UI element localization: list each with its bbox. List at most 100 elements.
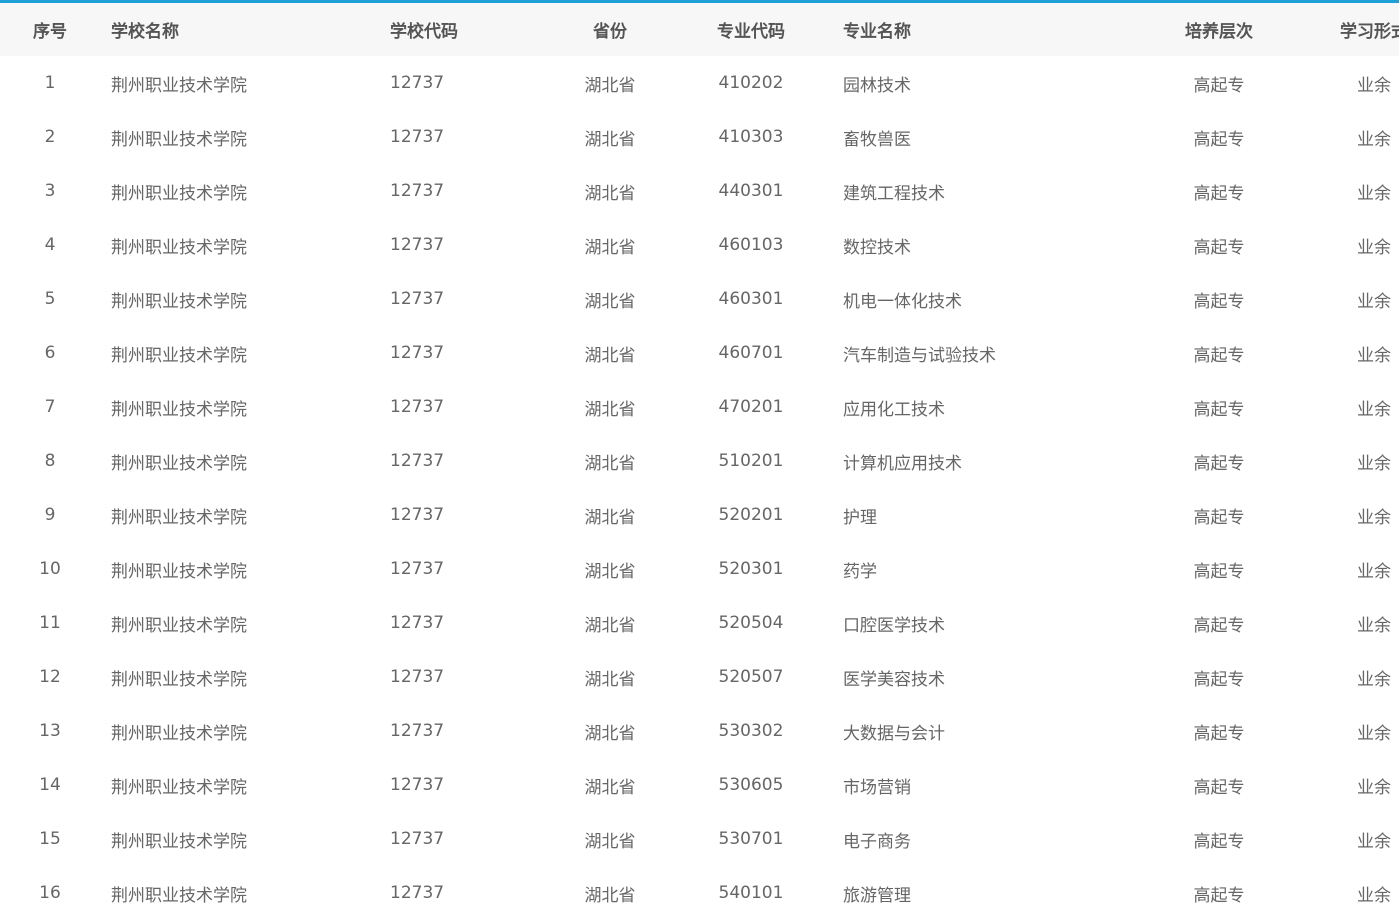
cell-school-name: 荆州职业技术学院 — [111, 345, 247, 366]
cell-study-form: 业余 — [1357, 75, 1391, 96]
cell-study-form: 业余 — [1357, 129, 1391, 150]
cell-school-code: 12737 — [390, 73, 445, 93]
cell-school-name: 荆州职业技术学院 — [111, 507, 247, 528]
cell-school-code: 12737 — [390, 397, 445, 417]
cell-major-code: 410202 — [718, 73, 784, 93]
cell-major-code: 460701 — [718, 343, 784, 363]
cell-index: 14 — [39, 775, 61, 795]
cell-school-code: 12737 — [390, 505, 445, 525]
cell-level: 高起专 — [1193, 399, 1245, 420]
cell-study-form: 业余 — [1357, 183, 1391, 204]
cell-study-form: 业余 — [1357, 831, 1391, 852]
cell-level: 高起专 — [1193, 723, 1245, 744]
header-index: 序号 — [33, 22, 67, 42]
cell-province: 湖北省 — [584, 561, 636, 582]
header-province: 省份 — [593, 22, 627, 42]
cell-study-form: 业余 — [1357, 237, 1391, 258]
cell-level: 高起专 — [1193, 237, 1245, 258]
table-header-row: 序号 学校名称 学校代码 省份 专业代码 专业名称 培养层次 学习形式 — [0, 3, 1399, 56]
cell-major-name: 电子商务 — [843, 831, 911, 852]
cell-school-name: 荆州职业技术学院 — [111, 453, 247, 474]
cell-school-code: 12737 — [390, 883, 445, 903]
table-row: 10 荆州职业技术学院 12737 湖北省 520301 药学 高起专 业余 — [0, 542, 1399, 596]
cell-study-form: 业余 — [1357, 669, 1391, 690]
cell-province: 湖北省 — [584, 831, 636, 852]
cell-major-code: 520507 — [718, 667, 784, 687]
cell-level: 高起专 — [1193, 75, 1245, 96]
cell-province: 湖北省 — [584, 291, 636, 312]
header-school-code: 学校代码 — [390, 22, 458, 42]
cell-major-code: 510201 — [718, 451, 784, 471]
table-row: 8 荆州职业技术学院 12737 湖北省 510201 计算机应用技术 高起专 … — [0, 434, 1399, 488]
cell-province: 湖北省 — [584, 615, 636, 636]
cell-major-code: 530605 — [718, 775, 784, 795]
cell-province: 湖北省 — [584, 669, 636, 690]
header-major-name: 专业名称 — [843, 22, 911, 42]
cell-major-name: 畜牧兽医 — [843, 129, 911, 150]
cell-school-code: 12737 — [390, 829, 445, 849]
cell-study-form: 业余 — [1357, 291, 1391, 312]
cell-study-form: 业余 — [1357, 615, 1391, 636]
table-row: 4 荆州职业技术学院 12737 湖北省 460103 数控技术 高起专 业余 — [0, 218, 1399, 272]
cell-index: 4 — [44, 235, 56, 255]
table-row: 12 荆州职业技术学院 12737 湖北省 520507 医学美容技术 高起专 … — [0, 650, 1399, 704]
table-body: 1 荆州职业技术学院 12737 湖北省 410202 园林技术 高起专 业余 … — [0, 56, 1399, 912]
cell-school-code: 12737 — [390, 289, 445, 309]
cell-index: 2 — [44, 127, 56, 147]
cell-major-name: 计算机应用技术 — [843, 453, 962, 474]
cell-school-name: 荆州职业技术学院 — [111, 183, 247, 204]
table-row: 5 荆州职业技术学院 12737 湖北省 460301 机电一体化技术 高起专 … — [0, 272, 1399, 326]
cell-province: 湖北省 — [584, 129, 636, 150]
cell-province: 湖北省 — [584, 75, 636, 96]
cell-major-code: 410303 — [718, 127, 784, 147]
cell-major-name: 医学美容技术 — [843, 669, 945, 690]
cell-index: 3 — [44, 181, 56, 201]
cell-school-name: 荆州职业技术学院 — [111, 291, 247, 312]
cell-major-name: 机电一体化技术 — [843, 291, 962, 312]
cell-school-name: 荆州职业技术学院 — [111, 129, 247, 150]
cell-index: 15 — [39, 829, 61, 849]
cell-level: 高起专 — [1193, 291, 1245, 312]
cell-school-code: 12737 — [390, 235, 445, 255]
cell-study-form: 业余 — [1357, 399, 1391, 420]
cell-level: 高起专 — [1193, 507, 1245, 528]
cell-major-code: 520201 — [718, 505, 784, 525]
cell-level: 高起专 — [1193, 831, 1245, 852]
cell-index: 6 — [44, 343, 56, 363]
cell-index: 12 — [39, 667, 61, 687]
cell-study-form: 业余 — [1357, 345, 1391, 366]
cell-major-name: 护理 — [843, 507, 877, 528]
cell-major-code: 530302 — [718, 721, 784, 741]
cell-school-code: 12737 — [390, 127, 445, 147]
cell-major-name: 数控技术 — [843, 237, 911, 258]
cell-school-name: 荆州职业技术学院 — [111, 669, 247, 690]
cell-school-code: 12737 — [390, 721, 445, 741]
table-row: 1 荆州职业技术学院 12737 湖北省 410202 园林技术 高起专 业余 — [0, 56, 1399, 110]
cell-major-code: 520301 — [718, 559, 784, 579]
cell-index: 11 — [39, 613, 61, 633]
cell-level: 高起专 — [1193, 345, 1245, 366]
cell-level: 高起专 — [1193, 453, 1245, 474]
cell-major-name: 园林技术 — [843, 75, 911, 96]
cell-study-form: 业余 — [1357, 453, 1391, 474]
cell-school-code: 12737 — [390, 613, 445, 633]
cell-province: 湖北省 — [584, 885, 636, 906]
header-level: 培养层次 — [1185, 22, 1253, 42]
major-table-container: 序号 学校名称 学校代码 省份 专业代码 专业名称 培养层次 学习形式 1 荆州… — [0, 3, 1399, 912]
cell-level: 高起专 — [1193, 183, 1245, 204]
table-row: 6 荆州职业技术学院 12737 湖北省 460701 汽车制造与试验技术 高起… — [0, 326, 1399, 380]
cell-major-code: 540101 — [718, 883, 784, 903]
table-row: 7 荆州职业技术学院 12737 湖北省 470201 应用化工技术 高起专 业… — [0, 380, 1399, 434]
cell-study-form: 业余 — [1357, 507, 1391, 528]
table-row: 9 荆州职业技术学院 12737 湖北省 520201 护理 高起专 业余 — [0, 488, 1399, 542]
cell-major-code: 440301 — [718, 181, 784, 201]
cell-province: 湖北省 — [584, 399, 636, 420]
cell-province: 湖北省 — [584, 723, 636, 744]
cell-level: 高起专 — [1193, 129, 1245, 150]
table-row: 15 荆州职业技术学院 12737 湖北省 530701 电子商务 高起专 业余 — [0, 812, 1399, 866]
cell-school-code: 12737 — [390, 667, 445, 687]
cell-school-code: 12737 — [390, 559, 445, 579]
cell-school-code: 12737 — [390, 775, 445, 795]
cell-major-name: 药学 — [843, 561, 877, 582]
cell-school-name: 荆州职业技术学院 — [111, 561, 247, 582]
